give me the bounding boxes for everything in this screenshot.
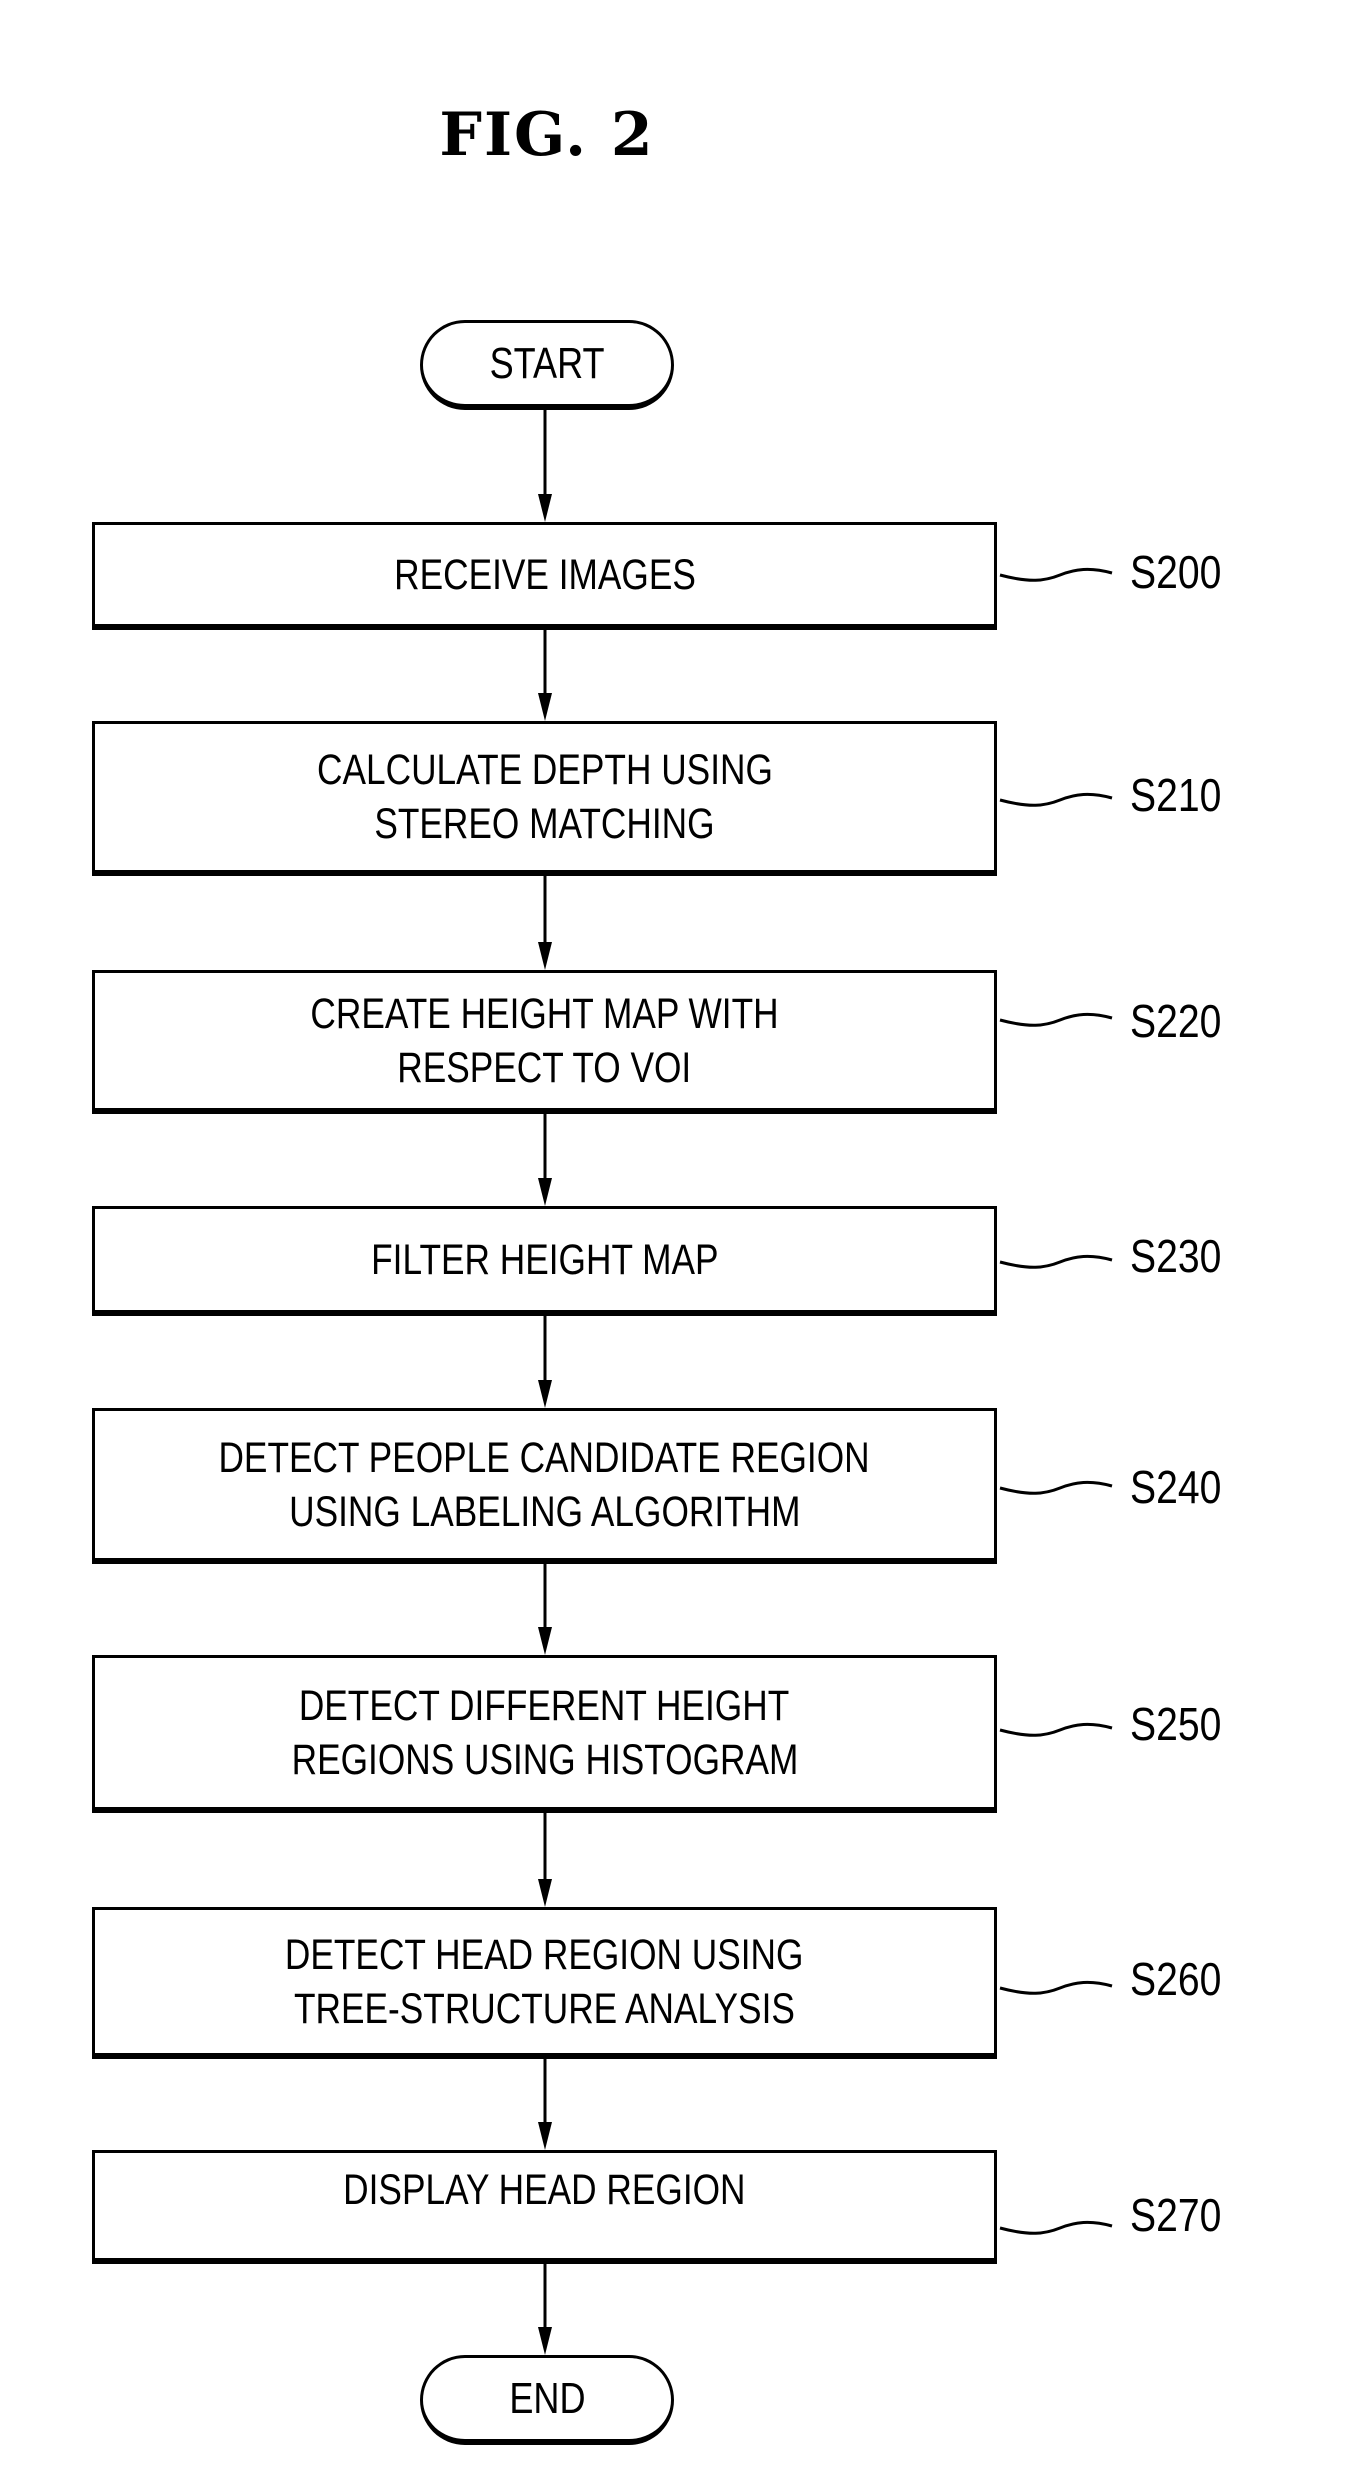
step-box-s250: DETECT DIFFERENT HEIGHT REGIONS USING HI…: [92, 1655, 997, 1813]
arrowhead-icon: [538, 942, 552, 970]
step-label-s270: S270: [1130, 2189, 1222, 2241]
arrowhead-icon: [538, 1380, 552, 1408]
step-text: REGIONS USING HISTOGRAM: [291, 1735, 798, 1784]
step-label-s220: S220: [1130, 995, 1222, 1047]
leader-line: [999, 1980, 1113, 1995]
step-box-s240: DETECT PEOPLE CANDIDATE REGION USING LAB…: [92, 1408, 997, 1564]
leader-line: [999, 1012, 1113, 1027]
leader-line: [999, 1722, 1113, 1737]
start-terminal: START: [420, 320, 674, 410]
arrowhead-icon: [538, 1879, 552, 1907]
step-text: DISPLAY HEAD REGION: [343, 2166, 746, 2214]
leader-line: [999, 1254, 1113, 1269]
step-label-s230: S230: [1130, 1230, 1222, 1282]
step-text: FILTER HEIGHT MAP: [370, 1235, 719, 1284]
arrowhead-icon: [538, 2327, 552, 2355]
step-text: USING LABELING ALGORITHM: [288, 1487, 801, 1536]
leader-line: [999, 1480, 1113, 1495]
step-box-s220: CREATE HEIGHT MAP WITH RESPECT TO VOI: [92, 970, 997, 1114]
step-label-s260: S260: [1130, 1953, 1222, 2005]
arrowhead-icon: [538, 1627, 552, 1655]
arrowhead-icon: [538, 1178, 552, 1206]
arrowhead-icon: [538, 693, 552, 721]
step-label-s250: S250: [1130, 1698, 1222, 1750]
arrowhead-icon: [538, 2122, 552, 2150]
step-text: RECEIVE IMAGES: [393, 550, 696, 599]
end-label: END: [508, 2373, 586, 2423]
step-text: TREE-STRUCTURE ANALYSIS: [294, 1984, 795, 2033]
step-box-s210: CALCULATE DEPTH USING STEREO MATCHING: [92, 721, 997, 876]
leader-line: [999, 2220, 1113, 2235]
step-box-s270: DISPLAY HEAD REGION: [92, 2150, 997, 2264]
step-label-s210: S210: [1130, 769, 1222, 821]
end-terminal: END: [420, 2355, 674, 2445]
leader-line: [999, 567, 1113, 582]
step-label-s240: S240: [1130, 1461, 1222, 1513]
arrowhead-icon: [538, 494, 552, 522]
step-box-s230: FILTER HEIGHT MAP: [92, 1206, 997, 1316]
step-text: DETECT HEAD REGION USING: [285, 1930, 804, 1979]
leader-line: [999, 792, 1113, 807]
step-text: DETECT DIFFERENT HEIGHT: [299, 1681, 790, 1730]
step-text: DETECT PEOPLE CANDIDATE REGION: [218, 1433, 871, 1482]
step-label-s200: S200: [1130, 546, 1222, 598]
step-text: STEREO MATCHING: [374, 800, 715, 848]
step-text: CREATE HEIGHT MAP WITH: [310, 989, 779, 1038]
step-text: CALCULATE DEPTH USING: [316, 746, 773, 794]
step-box-s260: DETECT HEAD REGION USING TREE-STRUCTURE …: [92, 1907, 997, 2059]
step-box-s200: RECEIVE IMAGES: [92, 522, 997, 630]
start-label: START: [489, 338, 605, 388]
step-text: RESPECT TO VOI: [397, 1043, 692, 1092]
